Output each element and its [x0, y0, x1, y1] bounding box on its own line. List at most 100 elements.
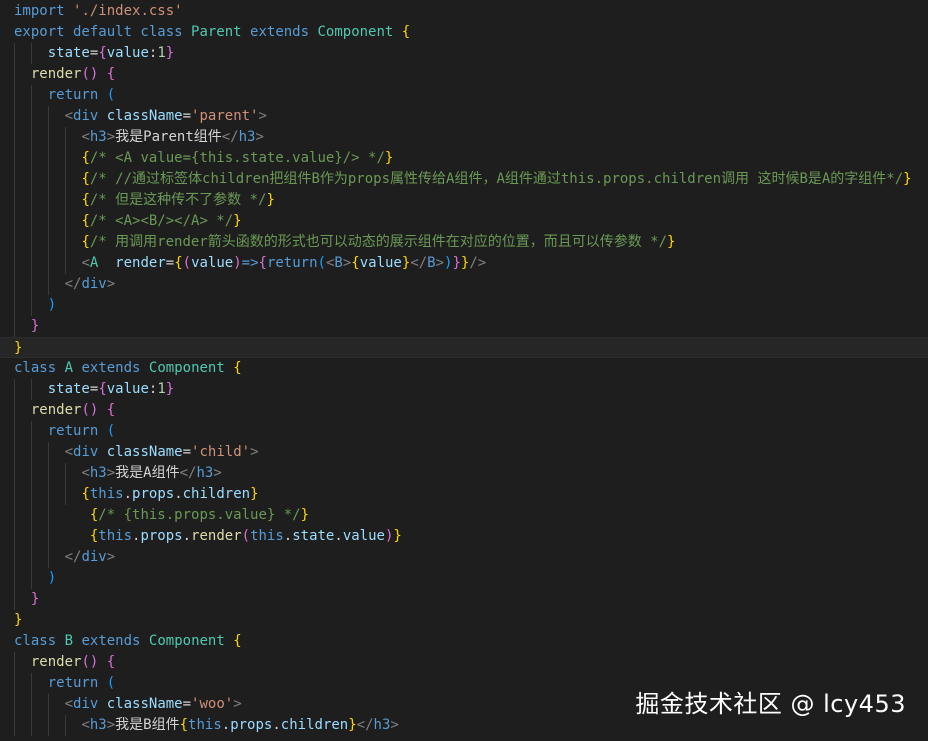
code-line[interactable]: render() { [0, 400, 928, 421]
code-line[interactable]: {this.props.render(this.state.value)} [0, 526, 928, 547]
indent-guide [30, 169, 32, 190]
indent-guide [14, 127, 15, 148]
code-token-class: Component [317, 24, 394, 40]
code-token-tagname: div [73, 444, 99, 460]
code-line[interactable]: {/* <A value={this.state.value}/> */} [0, 148, 928, 169]
code-token-func: render [30, 66, 82, 82]
code-line[interactable]: } [0, 610, 928, 631]
code-line[interactable]: <h3>我是A组件</h3> [0, 463, 928, 484]
code-line[interactable]: import './index.css' [0, 1, 928, 22]
code-token-brace1: } [903, 171, 912, 187]
code-token-keyword: return [266, 255, 318, 271]
code-line[interactable]: export default class Parent extends Comp… [0, 22, 928, 43]
code-token-class: B [64, 633, 74, 649]
code-token-keyword: this [250, 528, 284, 544]
code-token-tag: /> [469, 255, 487, 271]
code-line[interactable]: render() { [0, 64, 928, 85]
code-line[interactable]: } [0, 337, 928, 358]
code-token-var: value [191, 255, 234, 271]
indent-guide [64, 148, 66, 169]
code-token-tag: </ [64, 549, 82, 565]
code-line[interactable]: render() { [0, 652, 928, 673]
code-line[interactable]: <A render={(value)=>{return(<B>{value}</… [0, 253, 928, 274]
code-token-var: children [182, 486, 251, 502]
code-token-keyword: return [47, 87, 99, 103]
code-token-brace3: ( [106, 87, 116, 103]
code-token-num: 1 [157, 45, 166, 61]
code-token-brace2: } [30, 591, 40, 607]
code-token-brace1: { [401, 24, 411, 40]
code-line[interactable]: {this.props.children} [0, 484, 928, 505]
code-line[interactable]: ) [0, 568, 928, 589]
code-token-op: = [182, 696, 192, 712]
code-line[interactable]: } [0, 316, 928, 337]
code-token-comment: /* <A value={this.state.value}/> */ [89, 150, 385, 166]
code-line[interactable]: } [0, 589, 928, 610]
indent-guide [30, 715, 32, 736]
indent-guide [47, 232, 49, 253]
code-token-str: 'parent' [191, 108, 259, 124]
code-token-brace1: { [81, 192, 90, 208]
code-line[interactable]: return ( [0, 421, 928, 442]
indent-guide [30, 568, 32, 589]
code-line[interactable]: {/* 用调用render箭头函数的形式也可以动态的展示组件在对应的位置，而且可… [0, 232, 928, 253]
code-line[interactable]: <div className='child'> [0, 442, 928, 463]
indent-guide [14, 463, 15, 484]
code-token-tag: > [390, 717, 399, 733]
code-token-brace1: } [250, 486, 259, 502]
code-token-op: . [174, 486, 183, 502]
indent-guide [14, 148, 15, 169]
indent-guide [30, 106, 32, 127]
indent-guide [14, 421, 15, 442]
indent-guide [14, 64, 15, 85]
code-line[interactable]: state={value:1} [0, 43, 928, 64]
indent-guide [47, 505, 49, 526]
code-line[interactable]: {/* <A><B/></A> */} [0, 211, 928, 232]
watermark: 掘金技术社区 @ lcy453 [635, 690, 906, 718]
code-token-var: props [230, 717, 273, 733]
indent-guide [30, 127, 32, 148]
code-line[interactable]: </div> [0, 547, 928, 568]
indent-guide [30, 547, 32, 568]
code-line[interactable]: ) [0, 295, 928, 316]
indent-guide [14, 652, 15, 673]
code-token-op: = [165, 255, 175, 271]
code-token-brace1: } [384, 150, 394, 166]
code-token-text: 我是Parent组件 [115, 129, 222, 145]
code-token-brace2: ) [233, 255, 242, 271]
code-line[interactable]: class B extends Component { [0, 631, 928, 652]
indent-guide [64, 253, 66, 274]
code-line[interactable]: {/* //通过标签体children把组件B作为props属性传给A组件，A组… [0, 169, 928, 190]
code-token-op: . [221, 717, 231, 733]
indent-guide [47, 694, 49, 715]
code-token-var: props [140, 528, 183, 544]
code-editor[interactable]: import './index.css' export default class… [0, 0, 928, 741]
code-token-keyword: this [89, 486, 124, 502]
code-line[interactable]: class A extends Component { [0, 358, 928, 379]
code-token-keyword: import [14, 3, 65, 19]
indent-guide [47, 715, 49, 736]
indent-guide [14, 547, 15, 568]
code-line[interactable]: state={value:1} [0, 379, 928, 400]
code-token-brace2: { [106, 402, 116, 418]
indent-guide [30, 253, 32, 274]
indent-guide [30, 484, 32, 505]
code-token-tagname: h3 [89, 717, 107, 733]
code-line[interactable]: </div> [0, 274, 928, 295]
indent-guide [14, 43, 15, 64]
indent-guide [47, 484, 49, 505]
indent-guide [47, 274, 49, 295]
code-token-var: children [280, 717, 349, 733]
code-line[interactable]: {/* 但是这种传不了参数 */} [0, 190, 928, 211]
code-line[interactable]: <div className='parent'> [0, 106, 928, 127]
code-token-brace1: { [81, 150, 90, 166]
code-token-brace2: } [30, 318, 40, 334]
indent-guide [30, 694, 32, 715]
code-line[interactable]: <h3>我是Parent组件</h3> [0, 127, 928, 148]
code-line[interactable]: {/* {this.props.value} */} [0, 505, 928, 526]
code-token-tag: < [81, 255, 90, 271]
code-line[interactable]: return ( [0, 85, 928, 106]
